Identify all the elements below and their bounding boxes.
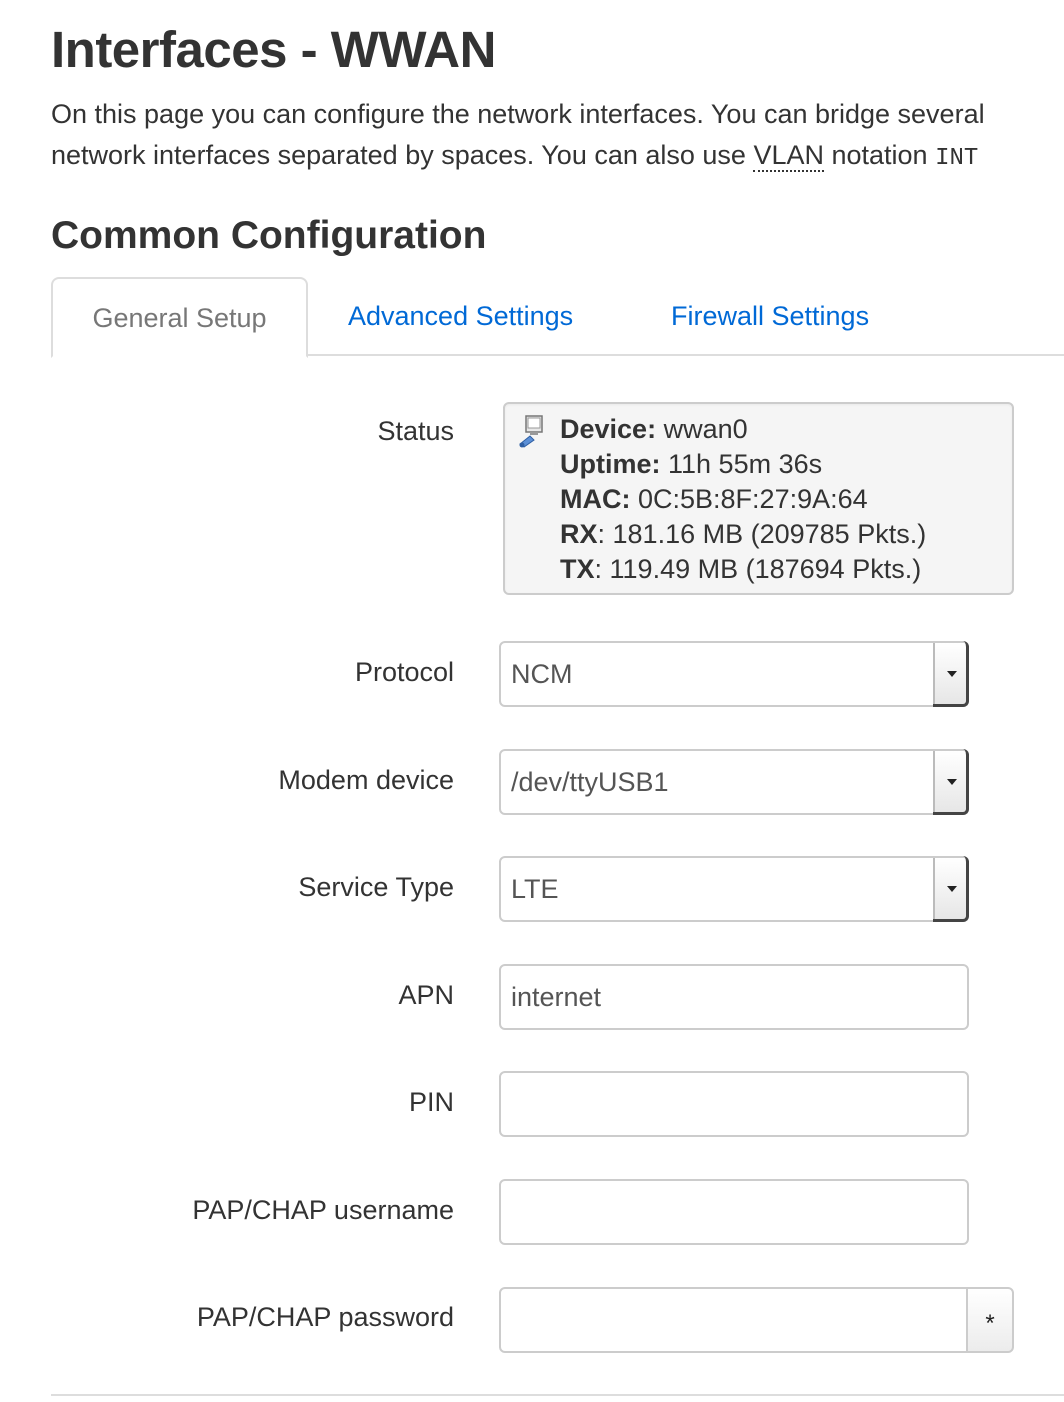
chevron-down-icon[interactable]: [933, 751, 967, 813]
tab-firewall-settings[interactable]: Firewall Settings: [671, 277, 869, 356]
modem-device-label: Modem device: [278, 765, 454, 795]
status-device-value: wwan0: [663, 414, 748, 444]
status-rx-key: RX: [560, 519, 598, 549]
status-mac-value: 0C:5B:8F:27:9A:64: [638, 484, 868, 514]
status-tx-value: : 119.49 MB (187694 Pkts.): [594, 554, 922, 584]
protocol-label: Protocol: [354, 657, 454, 687]
network-interface-icon: [519, 415, 543, 448]
reveal-password-button[interactable]: *: [966, 1287, 1014, 1353]
status-label: Status: [377, 416, 454, 446]
description-line-2-prefix: network interfaces separated by spaces. …: [51, 140, 754, 170]
page-title: Interfaces - WWAN: [51, 21, 496, 78]
service-type-select[interactable]: LTE: [499, 856, 969, 922]
apn-input[interactable]: internet: [499, 964, 969, 1030]
service-type-value: LTE: [511, 874, 559, 904]
tab-advanced-settings[interactable]: Advanced Settings: [348, 277, 573, 356]
description-line-2-middle: notation: [823, 140, 936, 170]
status-device: Device: wwan0: [560, 412, 926, 447]
section-title: Common Configuration: [51, 214, 487, 257]
status-uptime-value: 11h 55m 36s: [668, 449, 823, 479]
protocol-select[interactable]: NCM: [499, 641, 969, 707]
vlan-abbr: VLAN: [753, 140, 824, 172]
status-uptime-key: Uptime:: [560, 449, 661, 479]
pap-username-label: PAP/CHAP username: [192, 1195, 454, 1225]
chevron-down-icon[interactable]: [933, 643, 967, 705]
config-tabs: General Setup Advanced Settings Firewall…: [51, 277, 1064, 358]
status-rx: RX: 181.16 MB (209785 Pkts.): [560, 517, 926, 552]
pap-password-input[interactable]: [499, 1287, 969, 1353]
status-box: Device: wwan0 Uptime: 11h 55m 36s MAC: 0…: [503, 402, 1014, 595]
status-rx-value: : 181.16 MB (209785 Pkts.): [597, 519, 927, 549]
status-tx-key: TX: [560, 554, 595, 584]
apn-value: internet: [511, 982, 602, 1012]
pin-input[interactable]: [499, 1071, 969, 1137]
section-divider: [51, 1394, 1064, 1396]
pap-password-group: *: [499, 1287, 1014, 1353]
pin-label: PIN: [408, 1087, 454, 1117]
modem-device-value: /dev/ttyUSB1: [511, 767, 669, 797]
status-details: Device: wwan0 Uptime: 11h 55m 36s MAC: 0…: [560, 412, 926, 587]
service-type-label: Service Type: [298, 872, 454, 902]
modem-device-select[interactable]: /dev/ttyUSB1: [499, 749, 969, 815]
description-code: INT: [935, 145, 979, 172]
tab-general-setup[interactable]: General Setup: [51, 277, 308, 358]
apn-label: APN: [398, 980, 454, 1010]
pap-password-label: PAP/CHAP password: [196, 1302, 454, 1332]
status-tx: TX: 119.49 MB (187694 Pkts.): [560, 552, 926, 587]
protocol-value: NCM: [511, 659, 573, 689]
status-mac-key: MAC:: [560, 484, 631, 514]
status-mac: MAC: 0C:5B:8F:27:9A:64: [560, 482, 926, 517]
pap-username-input[interactable]: [499, 1179, 969, 1245]
status-device-key: Device:: [560, 414, 657, 444]
status-uptime: Uptime: 11h 55m 36s: [560, 447, 926, 482]
chevron-down-icon[interactable]: [933, 858, 967, 920]
description-line-1: On this page you can configure the netwo…: [51, 99, 985, 129]
page-description: On this page you can configure the netwo…: [51, 94, 1064, 179]
description-line-2: network interfaces separated by spaces. …: [51, 135, 1064, 179]
